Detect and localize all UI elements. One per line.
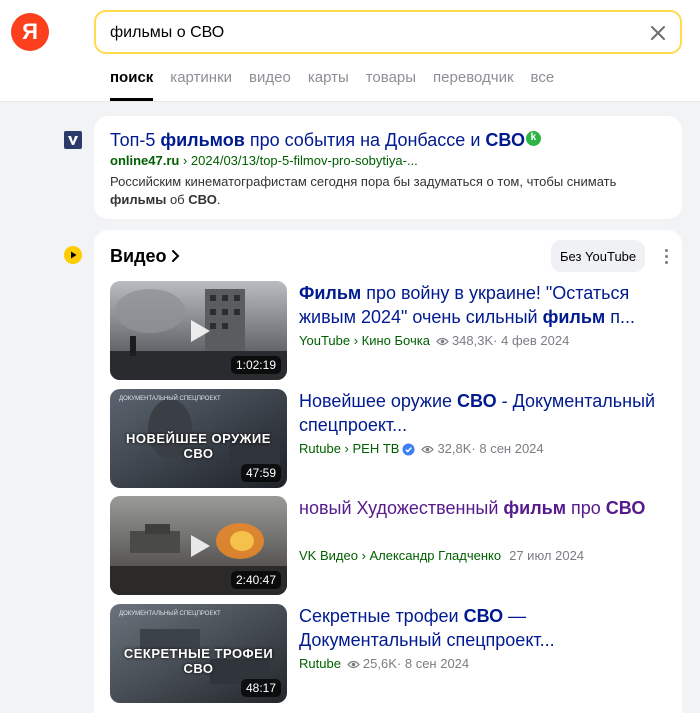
title-text: п...: [605, 307, 636, 327]
result-title-link[interactable]: Топ-5 фильмов про события на Донбассе и …: [110, 129, 541, 151]
chevron-right-icon: [171, 250, 179, 262]
no-youtube-button[interactable]: Без YouTube: [551, 240, 646, 272]
thumbnail-caption: СЕКРЕТНЫЕ ТРОФЕИ СВО: [123, 646, 274, 676]
tab-video[interactable]: видео: [249, 68, 291, 88]
video-item: 2:40:47 новый Художественный фильм про С…: [110, 496, 670, 596]
video-heading-link[interactable]: Видео: [110, 245, 181, 267]
video-title-link[interactable]: новый Художественный фильм про СВО: [299, 496, 669, 520]
tab-translator[interactable]: переводчик: [433, 68, 513, 88]
video-thumbnail[interactable]: 2:40:47: [110, 496, 287, 595]
more-options-button[interactable]: [658, 244, 674, 268]
title-highlight: СВО: [463, 606, 504, 626]
thumbnail-tag: ДОКУМЕНТАЛЬНЫЙ СПЕЦПРОЕКТ: [119, 611, 221, 617]
video-views: 32,8K: [437, 441, 472, 456]
logo-letter: Я: [22, 19, 38, 44]
video-meta: YouTube › Кино Бочка 348,3K · 4 фев 2024: [299, 333, 569, 349]
search-result: Топ-5 фильмов про события на Донбассе и …: [94, 116, 682, 219]
title-highlight: фильм: [542, 307, 606, 327]
result-url[interactable]: online47.ru › 2024/03/13/top-5-filmov-pr…: [110, 153, 418, 169]
result-snippet: Российским кинематографистам сегодня пор…: [110, 173, 670, 209]
play-icon: [191, 320, 210, 342]
snippet-highlight: фильмы: [110, 192, 167, 207]
video-source[interactable]: Rutube: [299, 656, 341, 672]
result-domain: online47.ru: [110, 153, 180, 168]
video-heading-text: Видео: [110, 246, 167, 266]
tab-all[interactable]: все: [531, 68, 555, 88]
title-highlight: СВО: [457, 391, 497, 411]
video-item: ДОКУМЕНТАЛЬНЫЙ СПЕЦПРОЕКТ НОВЕЙШЕЕ ОРУЖИ…: [110, 389, 670, 489]
video-thumbnail[interactable]: ДОКУМЕНТАЛЬНЫЙ СПЕЦПРОЕКТ СЕКРЕТНЫЕ ТРОФ…: [110, 604, 287, 703]
video-thumbnail[interactable]: ДОКУМЕНТАЛЬНЫЙ СПЕЦПРОЕКТ НОВЕЙШЕЕ ОРУЖИ…: [110, 389, 287, 488]
yandex-logo[interactable]: Я: [11, 13, 49, 51]
title-text: Новейшее оружие: [299, 391, 458, 411]
result-path: › 2024/03/13/top-5-filmov-pro-sobytiya-.…: [179, 153, 418, 168]
title-highlight: фильм: [503, 498, 567, 518]
video-source[interactable]: VK Видео › Александр Гладченко: [299, 548, 501, 564]
snippet-highlight: СВО: [188, 192, 217, 207]
tab-images[interactable]: картинки: [170, 68, 232, 88]
k-badge-icon: k: [525, 130, 541, 146]
video-title-link[interactable]: Новейшее оружие СВО - Документальный спе…: [299, 389, 669, 437]
thumbnail-caption: НОВЕЙШЕЕ ОРУЖИЕ СВО: [126, 431, 271, 461]
search-input[interactable]: [110, 21, 630, 45]
title-highlight: СВО: [605, 498, 646, 518]
clear-search-button[interactable]: [646, 21, 670, 45]
video-item: 1:02:19 Фильм про войну в украине! "Оста…: [110, 281, 670, 381]
verified-icon: [402, 443, 415, 455]
title-text: про: [566, 498, 606, 518]
search-box: [94, 10, 682, 54]
tab-products[interactable]: товары: [366, 68, 416, 88]
video-title-link[interactable]: Секретные трофеи СВО — Документальный сп…: [299, 604, 669, 652]
result-title-text: Топ-5: [110, 130, 161, 150]
title-text: Секретные трофеи: [299, 606, 464, 626]
close-icon: [651, 26, 665, 40]
video-meta: Rutube 25,6K · 8 сен 2024: [299, 656, 469, 672]
tab-maps[interactable]: карты: [308, 68, 349, 88]
result-title-text: про события на Донбассе и: [244, 130, 486, 150]
video-item: ДОКУМЕНТАЛЬНЫЙ СПЕЦПРОЕКТ СЕКРЕТНЫЕ ТРОФ…: [110, 604, 670, 704]
title-highlight: Фильм: [299, 283, 362, 303]
video-block: Видео Без YouTube 1:02:19 Фильм про войн…: [94, 230, 682, 713]
video-meta: Rutube › РЕН ТВ 32,8K · 8 сен 2024: [299, 441, 544, 457]
thumbnail-tag: ДОКУМЕНТАЛЬНЫЙ СПЕЦПРОЕКТ: [119, 396, 221, 402]
title-text: новый Художественный: [299, 498, 504, 518]
video-duration: 48:17: [240, 679, 281, 697]
result-title-highlight: СВО: [485, 130, 525, 150]
video-source[interactable]: Rutube › РЕН ТВ: [299, 441, 399, 457]
video-date: 27 июл 2024: [509, 548, 585, 563]
tab-search[interactable]: поиск: [110, 68, 154, 101]
video-date: · 4 фев 2024: [493, 333, 570, 348]
header: Я поиск картинки видео карты товары пере…: [0, 0, 700, 102]
video-date: · 8 сен 2024: [396, 656, 470, 671]
video-play-icon: [64, 246, 82, 264]
site-favicon-icon: [64, 131, 82, 149]
video-thumbnail[interactable]: 1:02:19: [110, 281, 287, 380]
eye-icon: [347, 660, 360, 668]
video-source[interactable]: YouTube › Кино Бочка: [299, 333, 430, 349]
video-meta: VK Видео › Александр Гладченко 27 июл 20…: [299, 548, 584, 564]
video-duration: 1:02:19: [230, 356, 281, 374]
video-date: · 8 сен 2024: [471, 441, 544, 456]
video-title-link[interactable]: Фильм про войну в украине! "Остаться жив…: [299, 281, 669, 329]
video-views: 25,6K: [362, 656, 397, 671]
snippet-text: .: [216, 192, 221, 207]
eye-icon: [421, 445, 435, 453]
search-tabs: поиск картинки видео карты товары перево…: [110, 68, 571, 101]
eye-icon: [436, 337, 449, 345]
result-title-highlight: фильмов: [160, 130, 245, 150]
video-views: 348,3K: [451, 333, 494, 348]
snippet-text: Российским кинематографистам сегодня пор…: [110, 174, 617, 189]
video-duration: 47:59: [240, 464, 281, 482]
video-duration: 2:40:47: [230, 571, 281, 589]
play-icon: [191, 535, 210, 557]
snippet-text: об: [166, 192, 189, 207]
